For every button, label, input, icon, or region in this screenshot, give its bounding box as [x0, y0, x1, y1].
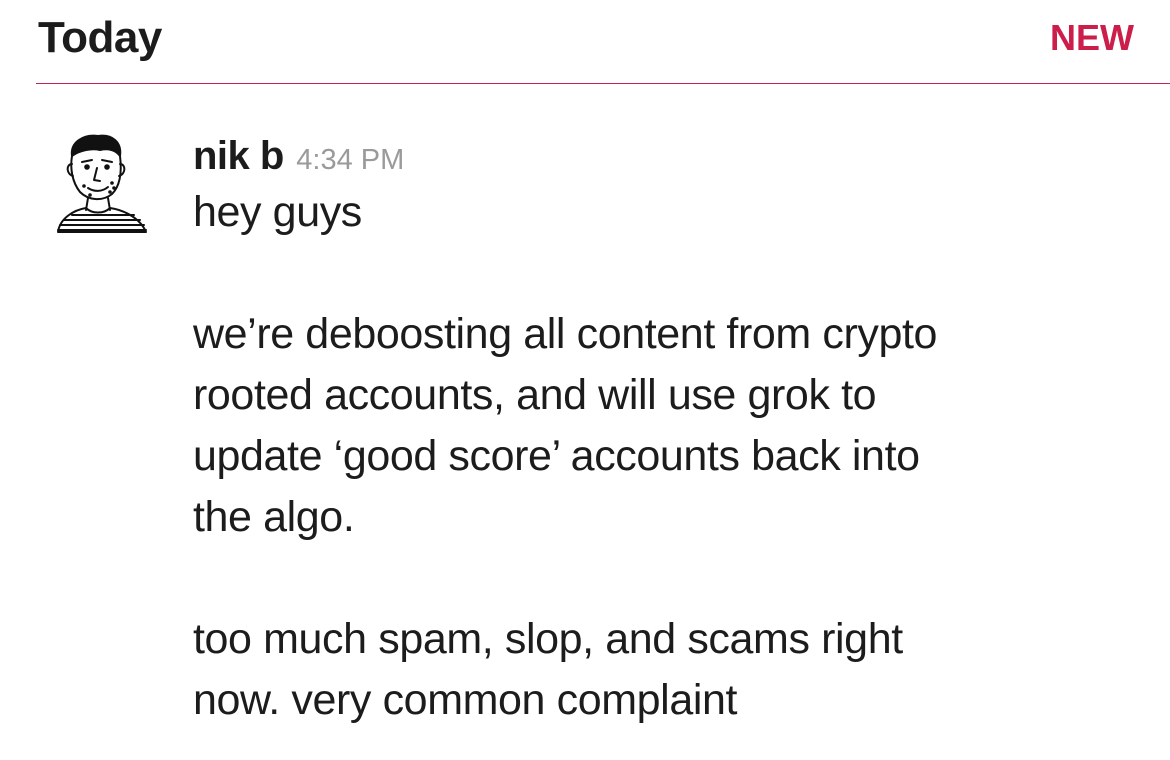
- new-messages-badge[interactable]: NEW: [1050, 14, 1134, 62]
- message-line: too much spam, slop, and scams right: [193, 615, 903, 663]
- day-divider-header: Today NEW: [36, 0, 1170, 84]
- sender-avatar[interactable]: [50, 128, 156, 240]
- message-paragraph: we’re deboosting all content from crypto…: [193, 304, 1153, 548]
- sender-name[interactable]: nik b: [193, 134, 284, 178]
- message-line: we’re deboosting all content from crypto: [193, 310, 938, 358]
- message-paragraph: too much spam, slop, and scams right now…: [193, 609, 1153, 731]
- message-line: rooted accounts, and will use grok to: [193, 371, 877, 419]
- message-line: hey guys: [193, 188, 362, 236]
- day-label: Today: [38, 13, 162, 62]
- message-text: hey guys we’re deboosting all content fr…: [193, 182, 1153, 731]
- message-timestamp[interactable]: 4:34 PM: [296, 144, 404, 176]
- message-content: nik b 4:34 PM hey guys we’re deboosting …: [193, 130, 1153, 731]
- message-paragraph: hey guys: [193, 182, 1153, 243]
- message-meta: nik b 4:34 PM: [193, 130, 1153, 182]
- message-line: now. very common complaint: [193, 676, 738, 724]
- sketch-portrait-avatar-icon: [57, 134, 147, 233]
- message-line: the algo.: [193, 493, 355, 541]
- message-line: update ‘good score’ accounts back into: [193, 432, 920, 480]
